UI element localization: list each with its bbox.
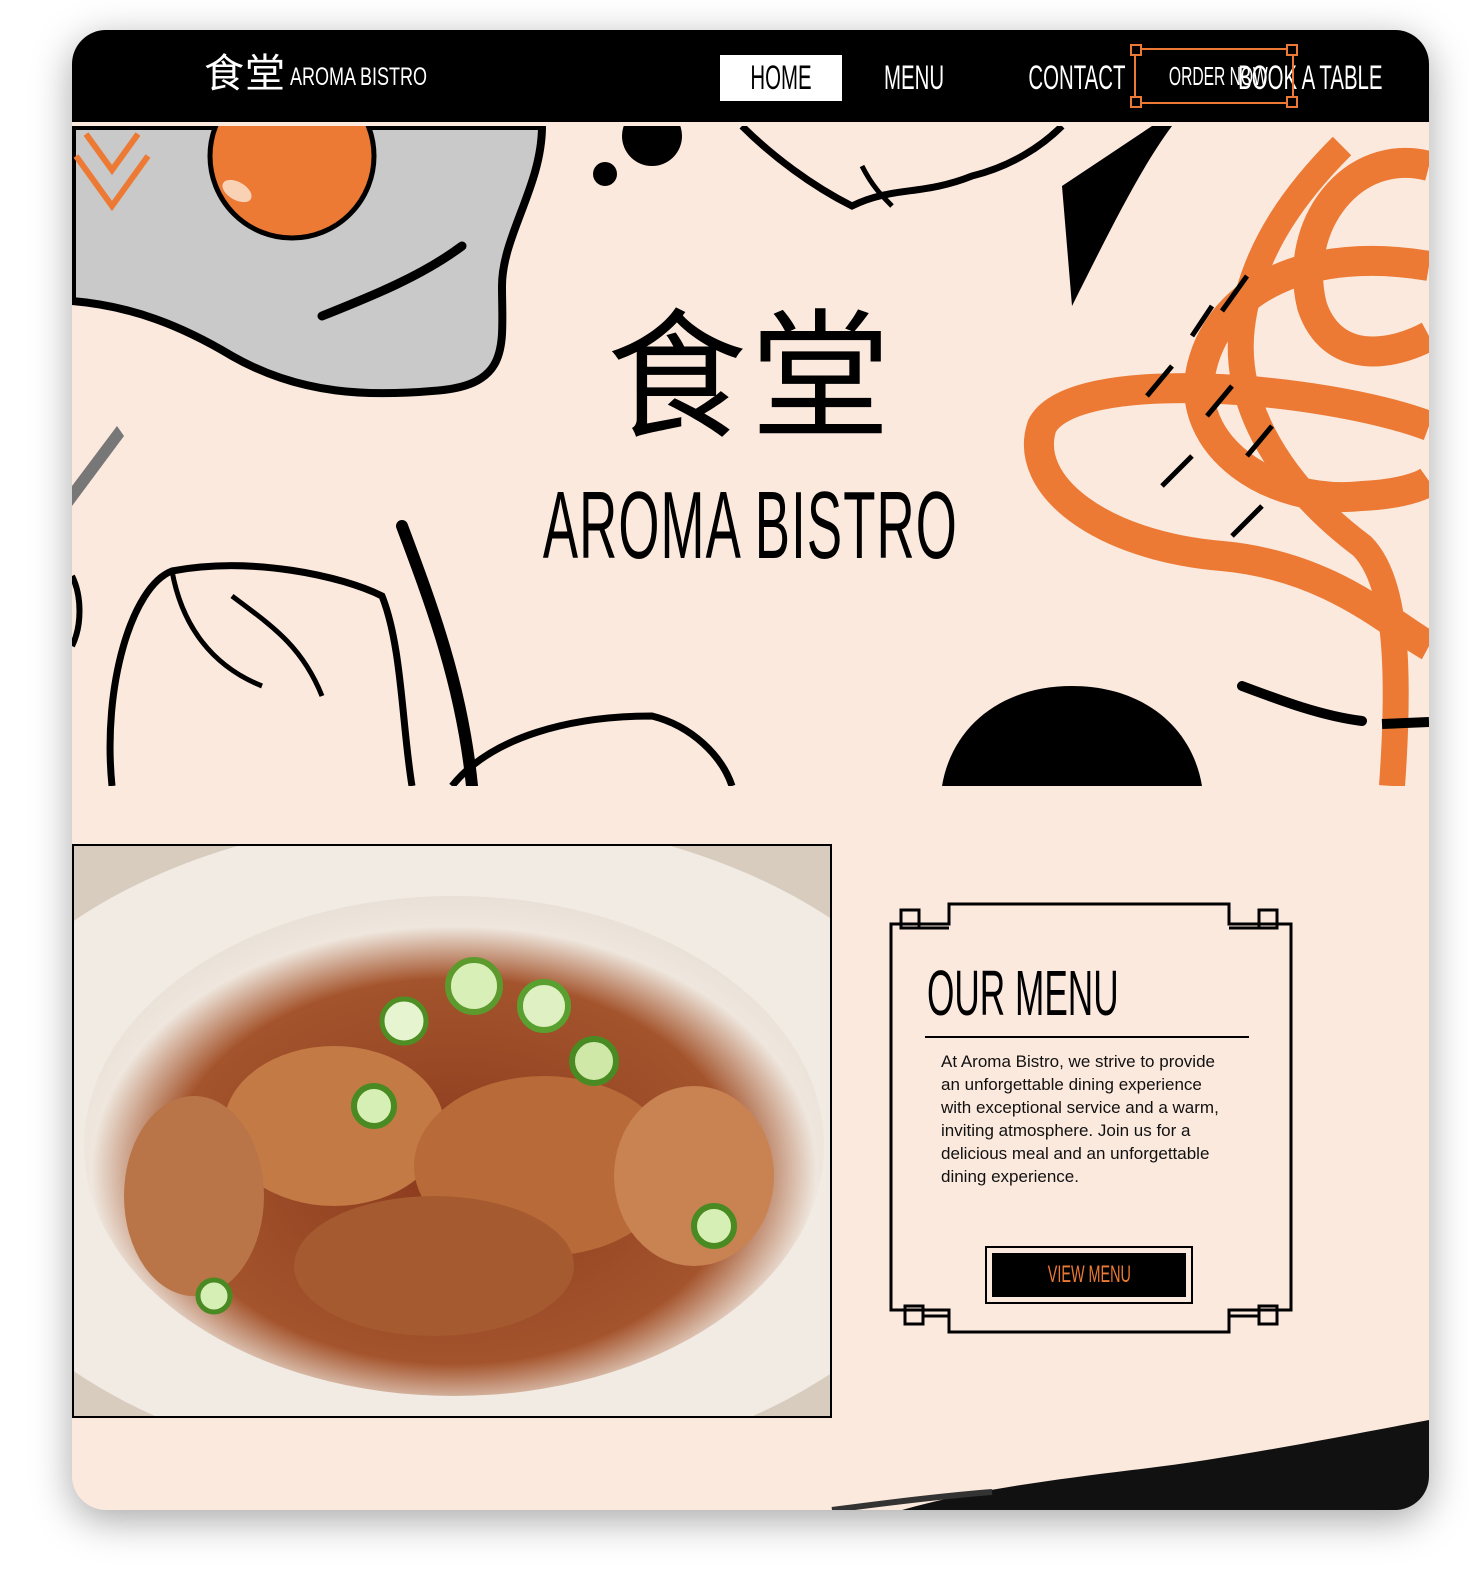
view-menu-button-inner: VIEW MENU — [992, 1253, 1186, 1297]
food-photo — [72, 844, 832, 1418]
nav-link-menu[interactable]: MENU — [854, 55, 974, 101]
top-navigation: 食堂 AROMA BISTRO HOME MENU CONTACT BOOK A… — [72, 30, 1429, 122]
button-corner-ornament — [1130, 44, 1142, 56]
view-menu-label: VIEW MENU — [1047, 1261, 1131, 1288]
order-now-button[interactable]: ORDER NOW — [1130, 44, 1298, 108]
order-now-label: ORDER NOW — [1168, 60, 1268, 91]
hero-title: AROMA BISTRO — [542, 472, 959, 579]
chevron-down-icon[interactable] — [72, 126, 152, 216]
button-corner-ornament — [1286, 44, 1298, 56]
button-corner-ornament — [1130, 96, 1142, 108]
ink-brush-decoration — [831, 1420, 1429, 1510]
menu-description: At Aroma Bistro, we strive to provide an… — [941, 1052, 1219, 1186]
site-logo[interactable]: 食堂 AROMA BISTRO — [204, 54, 480, 94]
logo-name-text: AROMA BISTRO — [290, 63, 428, 91]
page-frame: 食堂 AROMA BISTRO HOME MENU CONTACT BOOK A… — [72, 30, 1429, 1510]
nav-link-home[interactable]: HOME — [720, 55, 842, 101]
menu-heading: OUR MENU — [927, 957, 1119, 1029]
view-menu-button[interactable]: VIEW MENU — [985, 1246, 1193, 1304]
hero-section: 食堂 AROMA BISTRO — [72, 126, 1429, 786]
nav-links: HOME MENU CONTACT BOOK A TABLE — [720, 55, 1429, 101]
heading-divider — [925, 1036, 1249, 1038]
menu-card: OUR MENU At Aroma Bistro, we strive to p… — [887, 900, 1295, 1362]
button-corner-ornament — [1286, 96, 1298, 108]
hero-title-cjk: 食堂 — [606, 297, 895, 460]
logo-cjk-text: 食堂 — [204, 51, 286, 97]
dumpling-dish-image — [74, 846, 830, 1416]
